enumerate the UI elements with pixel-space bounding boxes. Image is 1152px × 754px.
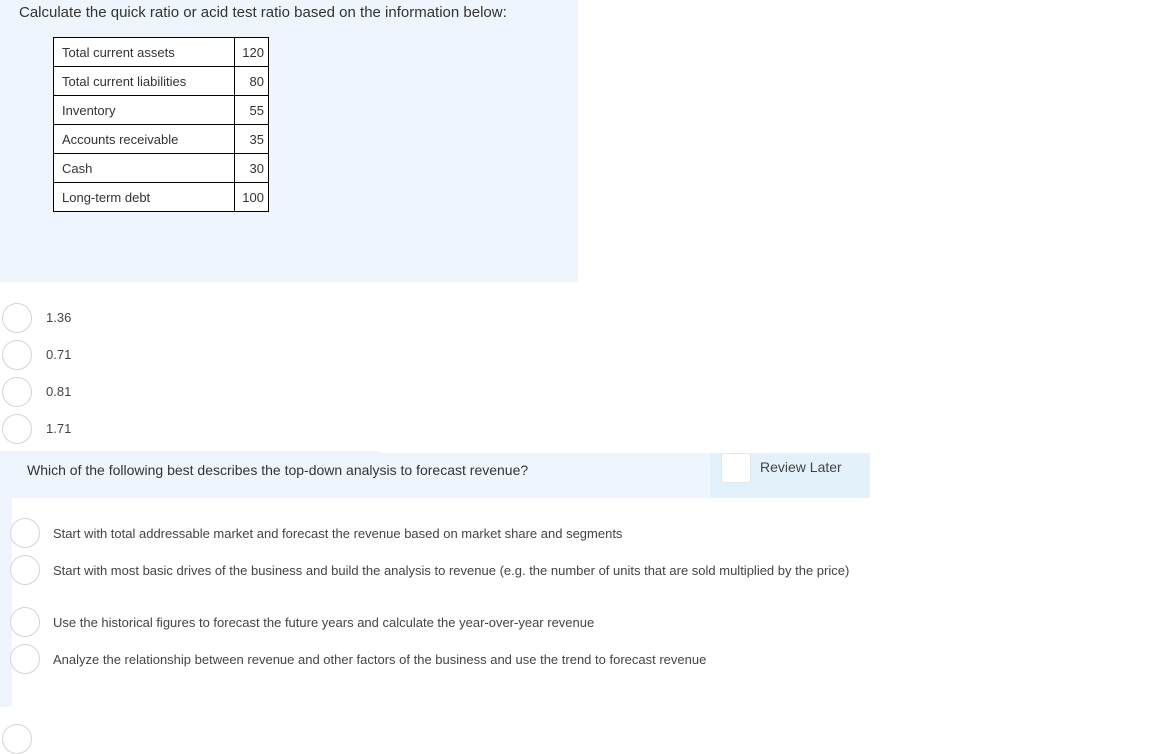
next-question-radio[interactable] (2, 724, 32, 754)
table-row: Inventory 55 (53, 95, 269, 125)
option-1-label[interactable]: 1.36 (46, 310, 71, 325)
option-3-radio[interactable] (2, 377, 32, 407)
table-row: Total current liabilities 80 (53, 66, 269, 96)
option-1-radio[interactable] (2, 303, 32, 333)
option-4-radio[interactable] (2, 414, 32, 444)
table-cell-value: 55 (234, 95, 269, 125)
question-1-prompt: Calculate the quick ratio or acid test r… (19, 4, 507, 21)
table-cell-label: Long-term debt (53, 182, 235, 212)
table-cell-label: Accounts receivable (53, 124, 235, 154)
review-later-checkbox[interactable] (721, 453, 751, 483)
table-row: Cash 30 (53, 153, 269, 183)
review-later-label[interactable]: Review Later (760, 459, 842, 475)
table-row: Total current assets 120 (53, 37, 269, 67)
table-cell-value: 100 (234, 182, 269, 212)
q2-option-1-label[interactable]: Start with total addressable market and … (53, 523, 873, 544)
q2-option-4-radio[interactable] (10, 644, 40, 674)
table-cell-label: Cash (53, 153, 235, 183)
q2-option-2-radio[interactable] (10, 555, 40, 585)
q2-option-4-label[interactable]: Analyze the relationship between revenue… (53, 649, 873, 670)
table-cell-label: Inventory (53, 95, 235, 125)
question-1-panel: Calculate the quick ratio or acid test r… (0, 0, 578, 282)
table-row: Accounts receivable 35 (53, 124, 269, 154)
question-2-prompt: Which of the following best describes th… (27, 462, 529, 478)
q2-option-3-label[interactable]: Use the historical figures to forecast t… (53, 612, 873, 633)
option-3-label[interactable]: 0.81 (46, 384, 71, 399)
table-cell-value: 35 (234, 124, 269, 154)
table-cell-value: 80 (234, 66, 269, 96)
q2-option-2-label[interactable]: Start with most basic drives of the busi… (53, 560, 873, 581)
table-row: Long-term debt 100 (53, 182, 269, 212)
option-2-radio[interactable] (2, 340, 32, 370)
table-cell-label: Total current liabilities (53, 66, 235, 96)
table-cell-value: 120 (234, 37, 269, 67)
option-2-label[interactable]: 0.71 (46, 347, 71, 362)
q2-option-1-radio[interactable] (10, 518, 40, 548)
table-cell-value: 30 (234, 153, 269, 183)
financial-data-table: Total current assets 120 Total current l… (53, 37, 269, 212)
q2-option-3-radio[interactable] (10, 607, 40, 637)
option-4-label[interactable]: 1.71 (46, 421, 71, 436)
table-cell-label: Total current assets (53, 37, 235, 67)
